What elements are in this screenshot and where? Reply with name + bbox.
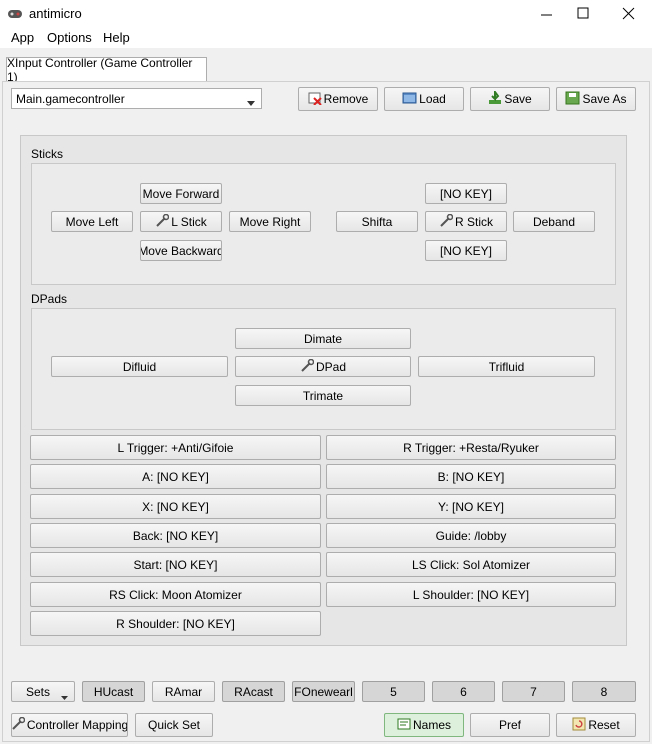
set-button[interactable]: 7 xyxy=(502,681,565,702)
title-bar: antimicro xyxy=(0,0,652,28)
load-button[interactable]: Load xyxy=(384,87,464,111)
right-stick-label: R Stick xyxy=(454,214,493,229)
save-icon xyxy=(488,88,502,108)
reset-button[interactable]: Reset xyxy=(556,713,636,737)
wrench-icon xyxy=(12,716,26,733)
right-stick-down-button[interactable]: [NO KEY] xyxy=(425,240,507,261)
save-label: Save xyxy=(504,92,532,106)
pref-button[interactable]: Pref xyxy=(470,713,550,737)
mapping-button-right[interactable]: R Trigger: +Resta/Ryuker xyxy=(326,435,616,460)
reset-label: Reset xyxy=(588,718,620,732)
maximize-icon[interactable] xyxy=(571,2,595,26)
wrench-icon xyxy=(439,213,454,230)
save-as-icon xyxy=(565,91,580,108)
remove-label: Remove xyxy=(323,92,369,106)
save-as-label: Save As xyxy=(582,92,627,106)
mapping-button-left[interactable]: RS Click: Moon Atomizer xyxy=(30,582,321,607)
remove-icon xyxy=(308,91,322,108)
dpad-left-button[interactable]: Difluid xyxy=(51,356,228,377)
mapping-button-right[interactable]: B: [NO KEY] xyxy=(326,464,616,489)
mapping-button-right[interactable]: LS Click: Sol Atomizer xyxy=(326,552,616,577)
mapping-button-left[interactable]: Back: [NO KEY] xyxy=(30,523,321,548)
left-stick-right-button[interactable]: Move Right xyxy=(229,211,311,232)
dpad-right-button[interactable]: Trifluid xyxy=(418,356,595,377)
mapping-button-right[interactable]: Y: [NO KEY] xyxy=(326,494,616,519)
left-stick-left-button[interactable]: Move Left xyxy=(51,211,133,232)
right-stick-button[interactable]: R Stick xyxy=(425,211,507,232)
mapping-button-left[interactable]: A: [NO KEY] xyxy=(30,464,321,489)
close-icon[interactable] xyxy=(617,2,641,26)
set-button[interactable]: FOnewearl xyxy=(292,681,355,702)
set-button[interactable]: 8 xyxy=(572,681,636,702)
controller-mapping-button[interactable]: Controller Mapping xyxy=(11,713,128,737)
wrench-icon xyxy=(155,213,170,230)
dpad-button[interactable]: DPad xyxy=(235,356,411,377)
profile-select[interactable]: Main.gamecontroller xyxy=(11,88,262,109)
set-button[interactable]: RAcast xyxy=(222,681,285,702)
profile-selected: Main.gamecontroller xyxy=(16,92,125,106)
menu-options[interactable]: Options xyxy=(47,30,92,45)
left-stick-button[interactable]: L Stick xyxy=(140,211,222,232)
controller-mapping-label: Controller Mapping xyxy=(26,718,128,732)
window-title: antimicro xyxy=(29,6,82,21)
mapping-button-left[interactable]: L Trigger: +Anti/Gifoie xyxy=(30,435,321,460)
wrench-icon xyxy=(300,358,315,375)
sticks-label: Sticks xyxy=(31,147,64,161)
tab-controller[interactable]: XInput Controller (Game Controller 1) xyxy=(6,56,207,84)
gamepad-icon xyxy=(7,8,23,23)
menu-bar: App Options Help xyxy=(0,28,652,48)
save-button[interactable]: Save xyxy=(470,87,550,111)
mapping-button-left[interactable]: R Shoulder: [NO KEY] xyxy=(30,611,321,636)
mapping-button-left[interactable]: X: [NO KEY] xyxy=(30,494,321,519)
left-stick-up-button[interactable]: Move Forward xyxy=(140,183,222,204)
tab-label: XInput Controller (Game Controller 1) xyxy=(7,56,193,84)
left-stick-label: L Stick xyxy=(171,214,207,229)
dpad-up-button[interactable]: Dimate xyxy=(235,328,411,349)
remove-button[interactable]: Remove xyxy=(298,87,378,111)
menu-help[interactable]: Help xyxy=(103,30,130,45)
dpad-down-button[interactable]: Trimate xyxy=(235,385,411,406)
menu-app[interactable]: App xyxy=(11,30,34,45)
set-button[interactable]: HUcast xyxy=(82,681,145,702)
reset-icon xyxy=(572,717,586,734)
save-as-button[interactable]: Save As xyxy=(556,87,636,111)
set-button[interactable]: 5 xyxy=(362,681,425,702)
names-button[interactable]: Names xyxy=(384,713,464,737)
mapping-button-left[interactable]: Start: [NO KEY] xyxy=(30,552,321,577)
chevron-down-icon xyxy=(247,96,255,110)
sets-label: Sets xyxy=(26,684,51,699)
left-stick-down-button[interactable]: Move Backward xyxy=(140,240,222,261)
dpads-label: DPads xyxy=(31,292,68,306)
right-stick-up-button[interactable]: [NO KEY] xyxy=(425,183,507,204)
chevron-down-icon xyxy=(61,690,68,701)
load-label: Load xyxy=(419,92,446,106)
mapping-button-right[interactable]: Guide: /lobby xyxy=(326,523,616,548)
sets-menu-button[interactable]: Sets xyxy=(11,681,75,702)
minimize-icon[interactable] xyxy=(535,2,559,26)
right-stick-left-button[interactable]: Shifta xyxy=(336,211,418,232)
folder-icon xyxy=(402,91,417,107)
set-button[interactable]: 6 xyxy=(432,681,495,702)
names-label: Names xyxy=(412,718,451,732)
dpad-label: DPad xyxy=(315,359,347,374)
mapping-button-right[interactable]: L Shoulder: [NO KEY] xyxy=(326,582,616,607)
set-button-active[interactable]: RAmar xyxy=(152,681,215,702)
names-icon xyxy=(397,718,411,733)
right-stick-right-button[interactable]: Deband xyxy=(513,211,595,232)
quick-set-button[interactable]: Quick Set xyxy=(135,713,213,737)
